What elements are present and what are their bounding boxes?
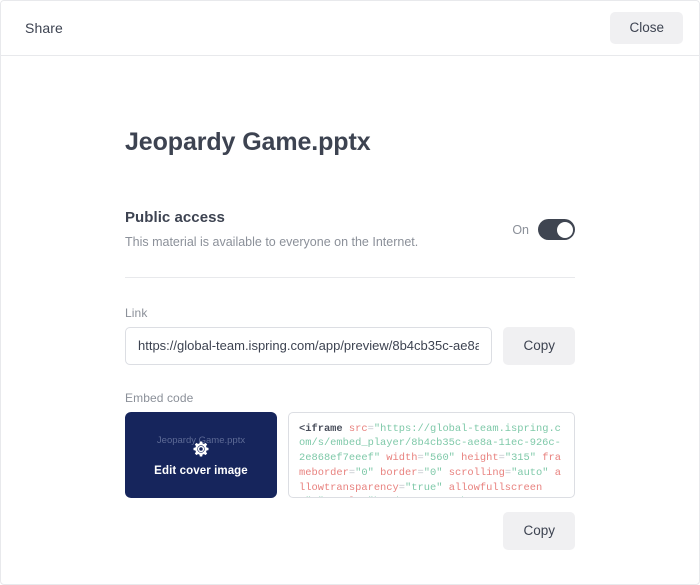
embed-row: Jeopardy Game.pptx Edit cover image <ifr… xyxy=(125,411,575,498)
dialog-title: Share xyxy=(25,20,63,36)
code-token-punct: = xyxy=(299,496,305,497)
share-content: Jeopardy Game.pptx Public access This ma… xyxy=(125,56,575,550)
code-token-val: "true" xyxy=(405,481,443,494)
gear-icon xyxy=(193,441,209,456)
code-token-attr: style xyxy=(324,496,361,497)
toggle-state-label: On xyxy=(512,222,529,237)
code-token-val: "border: none; b… xyxy=(368,496,474,497)
public-access-description: This material is available to everyone o… xyxy=(125,235,419,249)
section-divider xyxy=(125,276,575,278)
close-button[interactable]: Close xyxy=(610,11,683,45)
code-token-punct: = xyxy=(361,496,367,497)
link-label: Link xyxy=(125,305,148,320)
code-token-attr: height xyxy=(454,452,499,465)
code-token-val: "315" xyxy=(504,452,537,465)
embed-code-section: Embed code Jeopardy Game.pptx Edit cover… xyxy=(125,391,575,550)
embed-code-label: Embed code xyxy=(125,390,194,405)
toggle-knob xyxy=(556,221,573,238)
public-access-toggle-wrap: On xyxy=(512,209,575,240)
code-token-tag: <iframe xyxy=(299,422,343,435)
code-token-val: "560" xyxy=(423,452,455,465)
public-access-text: Public access This material is available… xyxy=(125,209,512,252)
page-title: Jeopardy Game.pptx xyxy=(125,128,371,156)
copy-embed-code-button[interactable]: Copy xyxy=(503,511,575,550)
code-token-attr: src xyxy=(342,422,368,435)
embed-code-textarea[interactable]: <iframe src="https://global-team.ispring… xyxy=(288,411,575,498)
public-access-section: Public access This material is available… xyxy=(125,209,575,252)
link-input[interactable] xyxy=(125,326,493,365)
code-token-val: "0" xyxy=(423,466,443,479)
link-row: Copy xyxy=(125,326,575,365)
embed-copy-row: Copy xyxy=(125,511,575,550)
copy-link-button[interactable]: Copy xyxy=(503,326,575,365)
share-dialog: Share Close Jeopardy Game.pptx Public ac… xyxy=(0,0,700,585)
dialog-header: Share Close xyxy=(1,1,699,56)
code-token-val: "0" xyxy=(355,466,374,479)
code-token-val: "auto" xyxy=(511,466,549,479)
link-section: Link Copy xyxy=(125,306,575,365)
code-token-attr: width xyxy=(380,452,418,465)
code-token-val: "1" xyxy=(305,496,324,497)
public-access-heading: Public access xyxy=(125,209,225,226)
public-access-toggle[interactable] xyxy=(538,219,575,240)
edit-cover-image-label: Edit cover image xyxy=(154,464,248,477)
code-token-attr: border xyxy=(373,466,418,479)
code-token-attr: scrolling xyxy=(442,466,505,479)
cover-image-thumbnail[interactable]: Jeopardy Game.pptx Edit cover image xyxy=(125,411,277,498)
code-token-attr: allowfullscreen xyxy=(442,481,543,494)
dialog-body: Jeopardy Game.pptx Public access This ma… xyxy=(1,56,699,550)
